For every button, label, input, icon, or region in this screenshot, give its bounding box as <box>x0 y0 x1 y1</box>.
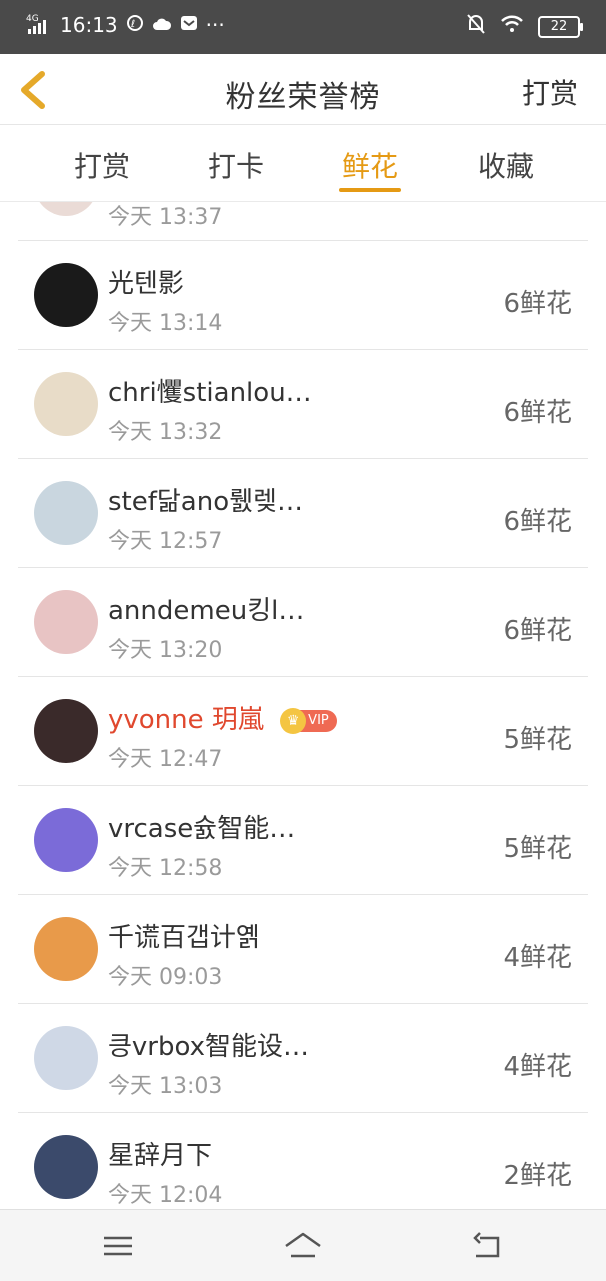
list-item[interactable]: stef닮ano뤬렞… 今天 12:57 6鲜花 <box>0 459 606 567</box>
status-bar: 4G 16:13 ℓ ··· 22 <box>0 0 606 54</box>
flower-count: 5鲜花 <box>503 725 572 755</box>
system-nav-bar <box>0 1209 606 1281</box>
back-arrow-icon <box>473 1232 500 1258</box>
avatar <box>34 202 98 216</box>
tab-bar: 打赏 打卡 鲜花 收藏 <box>0 125 606 202</box>
avatar <box>34 263 98 327</box>
status-time: 16:13 <box>60 13 118 37</box>
flower-count: 4鲜花 <box>503 1052 572 1082</box>
reward-button[interactable]: 打赏 <box>522 72 578 112</box>
mail-icon <box>180 13 198 37</box>
menu-button[interactable] <box>98 1226 138 1266</box>
avatar <box>34 1026 98 1090</box>
header: 粉丝荣誉榜 打赏 <box>0 54 606 125</box>
app-notification-icon: ℓ <box>126 13 144 37</box>
list-item-time: 今天 13:32 <box>108 420 223 445</box>
list-item[interactable]: 今天 13:37 <box>0 202 606 240</box>
tab-checkin[interactable]: 打卡 <box>186 145 286 185</box>
list-item-time: 今天 09:03 <box>108 965 223 990</box>
menu-icon <box>104 1236 132 1256</box>
mute-bell-icon <box>466 13 486 40</box>
list-item-time: 今天 13:03 <box>108 1074 223 1099</box>
list-item-time: 今天 13:14 <box>108 311 223 336</box>
svg-text:ℓ: ℓ <box>131 19 135 30</box>
page-title: 粉丝荣誉榜 <box>225 80 381 115</box>
flower-count: 6鲜花 <box>503 616 572 646</box>
list-item-time: 今天 13:20 <box>108 638 223 663</box>
list-item-time: 今天 12:04 <box>108 1183 223 1208</box>
flower-count: 2鲜花 <box>503 1161 572 1191</box>
flower-count: 6鲜花 <box>503 507 572 537</box>
home-button[interactable] <box>283 1226 323 1266</box>
tab-reward[interactable]: 打赏 <box>52 145 152 185</box>
avatar <box>34 590 98 654</box>
list-item[interactable]: yvonne 玥嵐 ♛ VIP 今天 12:47 5鲜花 <box>0 677 606 785</box>
list-item[interactable]: anndemeu킹l… 今天 13:20 6鲜花 <box>0 568 606 676</box>
list-item-name: vrcase슔智能… <box>108 814 296 844</box>
back-nav-button[interactable] <box>468 1226 508 1266</box>
list-item-name: yvonne 玥嵐 <box>108 705 264 735</box>
list-item-time: 今天 13:37 <box>108 205 223 230</box>
list-item-name: 星辞月下 <box>108 1141 213 1171</box>
list-item[interactable]: 星辞月下 今天 12:04 2鲜花 <box>0 1113 606 1209</box>
list-item-time: 今天 12:57 <box>108 529 223 554</box>
list-item-name: 킁vrbox智能设… <box>108 1032 309 1062</box>
avatar <box>34 372 98 436</box>
list-item-name: stef닮ano뤬렞… <box>108 487 303 517</box>
active-tab-indicator <box>339 188 401 192</box>
list-item-time: 今天 12:47 <box>108 747 223 772</box>
avatar <box>34 1135 98 1199</box>
crown-icon: ♛ <box>280 707 307 734</box>
list-item-time: 今天 12:58 <box>108 856 223 881</box>
tab-flowers[interactable]: 鲜花 <box>320 145 420 185</box>
vip-label: VIP <box>308 712 329 728</box>
battery-level: 22 <box>550 19 568 34</box>
list-item-name-vip: yvonne 玥嵐 ♛ VIP <box>108 699 337 736</box>
avatar <box>34 481 98 545</box>
flower-count: 4鲜花 <box>503 943 572 973</box>
avatar <box>34 808 98 872</box>
list-item[interactable]: vrcase슔智能… 今天 12:58 5鲜花 <box>0 786 606 894</box>
battery-icon: 22 <box>538 15 583 38</box>
list-item[interactable]: 킁vrbox智能设… 今天 13:03 4鲜花 <box>0 1004 606 1112</box>
avatar <box>34 699 98 763</box>
flower-count: 6鲜花 <box>503 398 572 428</box>
vip-badge: ♛ VIP <box>280 707 337 734</box>
status-right: 22 <box>466 13 583 40</box>
list-item-name: chri戄stianlou… <box>108 378 312 408</box>
list-item-name: anndemeu킹l… <box>108 596 305 626</box>
flower-count: 5鲜花 <box>503 834 572 864</box>
status-left: 4G 16:13 ℓ ··· <box>26 13 225 37</box>
list-item[interactable]: 千谎百갭计옑 今天 09:03 4鲜花 <box>0 895 606 1003</box>
fan-list[interactable]: 今天 13:37 光텐影 今天 13:14 6鲜花 chri戄stianlou…… <box>0 202 606 1209</box>
flower-count: 6鲜花 <box>503 289 572 319</box>
list-item[interactable]: chri戄stianlou… 今天 13:32 6鲜花 <box>0 350 606 458</box>
more-notifications-icon: ··· <box>205 13 225 37</box>
list-item-name: 千谎百갭计옑 <box>108 923 260 953</box>
avatar <box>34 917 98 981</box>
home-icon <box>285 1232 321 1258</box>
cloud-icon <box>152 13 172 37</box>
tab-favorites[interactable]: 收藏 <box>456 145 556 185</box>
signal-icon: 4G <box>26 13 52 37</box>
list-item-name: 光텐影 <box>108 269 184 299</box>
list-item[interactable]: 光텐影 今天 13:14 6鲜花 <box>0 241 606 349</box>
wifi-icon <box>500 15 524 38</box>
svg-text:4G: 4G <box>26 14 39 24</box>
